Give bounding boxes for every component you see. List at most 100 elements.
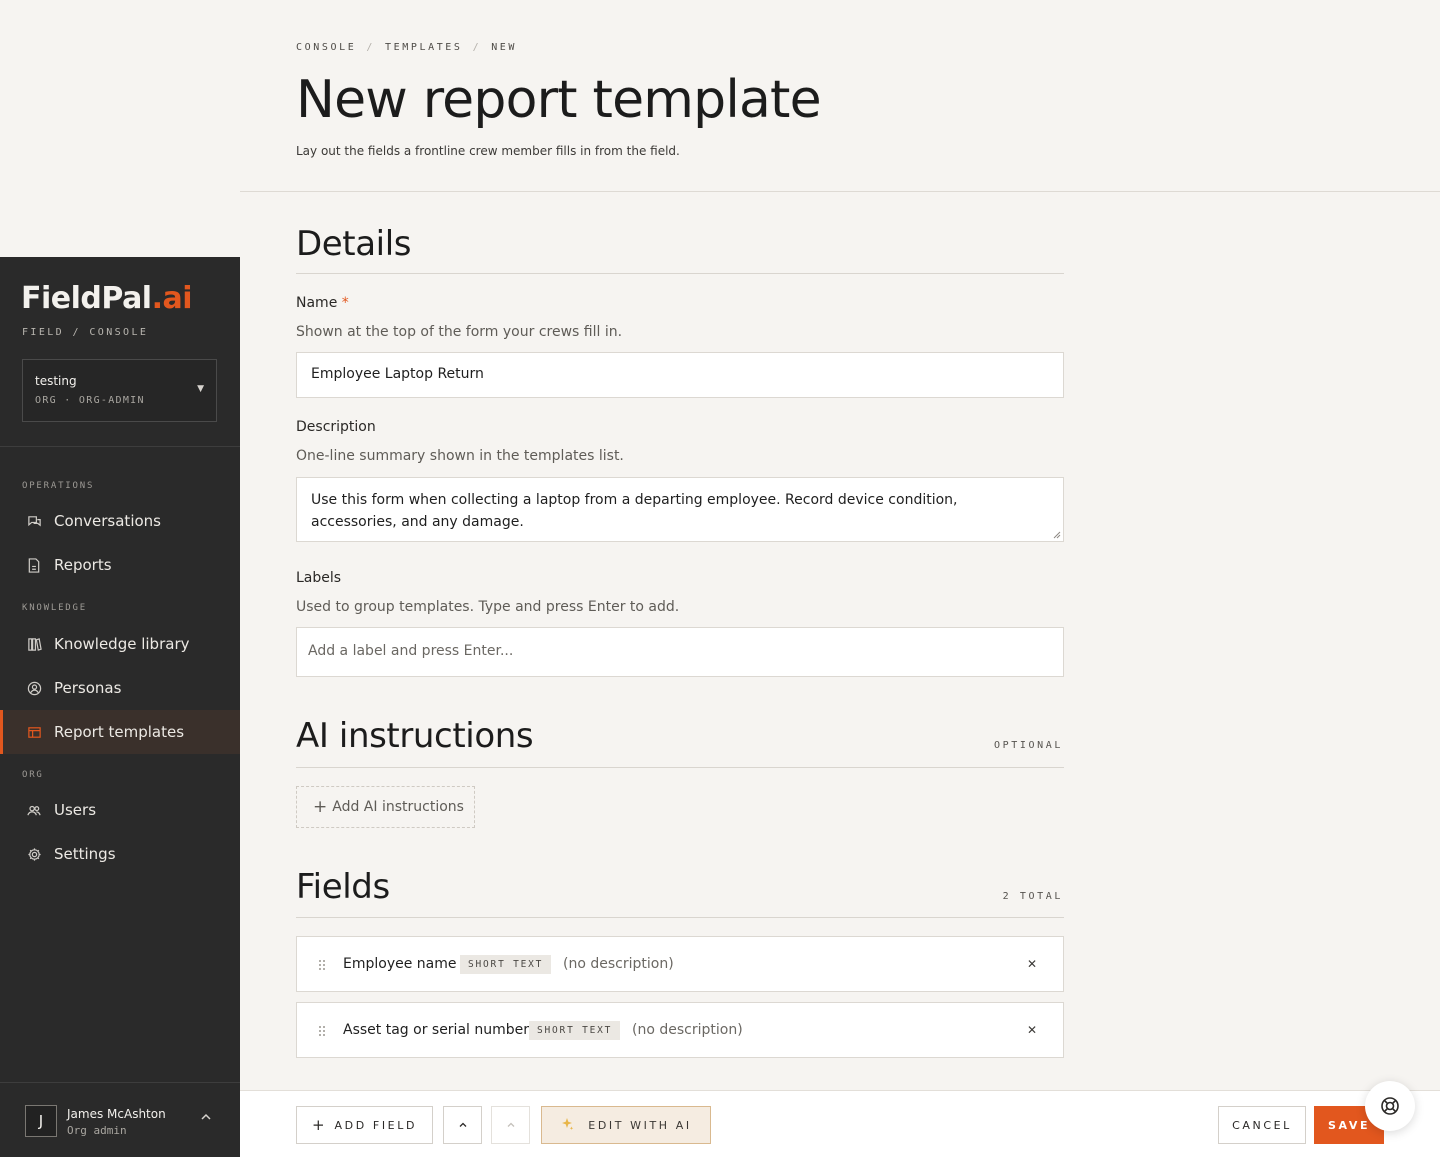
section-title-details: Details	[296, 224, 412, 264]
labels-input[interactable]: Add a label and press Enter...	[296, 627, 1064, 677]
nav-section-operations: OPERATIONS	[22, 481, 95, 491]
page-title: New report template	[296, 70, 822, 130]
nav-section-knowledge: KNOWLEDGE	[22, 603, 87, 613]
sidebar: FieldPal.ai FIELD / CONSOLE testing ORG …	[0, 257, 240, 1157]
field-type-badge: SHORT TEXT	[460, 954, 552, 974]
breadcrumb-separator: /	[366, 42, 375, 53]
breadcrumb: CONSOLE / TEMPLATES / NEW	[296, 42, 517, 53]
sidebar-item-label: Settings	[54, 845, 116, 863]
bottom-action-bar: + ADD FIELD EDIT WITH AI CANCEL SAVE	[240, 1090, 1440, 1157]
add-field-button[interactable]: + ADD FIELD	[296, 1106, 433, 1144]
section-divider	[296, 767, 1064, 768]
nav-section-org: ORG	[22, 770, 44, 780]
org-name: testing	[35, 374, 77, 388]
user-role: Org admin	[67, 1124, 127, 1137]
sidebar-footer-divider	[0, 1082, 240, 1083]
chevron-up-icon	[507, 1122, 514, 1127]
persona-icon	[26, 680, 42, 696]
sidebar-item-label: Personas	[54, 679, 122, 697]
template-icon	[26, 724, 42, 740]
name-help: Shown at the top of the form your crews …	[296, 324, 623, 340]
field-type-badge: SHORT TEXT	[529, 1020, 621, 1040]
sidebar-item-label: Knowledge library	[54, 635, 190, 653]
help-button[interactable]	[1365, 1081, 1415, 1131]
name-field-value: Employee Laptop Return	[311, 366, 484, 382]
sidebar-item-conversations[interactable]: Conversations	[0, 499, 240, 543]
org-switcher[interactable]: testing ORG · ORG-ADMIN ▼	[22, 359, 217, 422]
fields-total: 2 TOTAL	[1002, 891, 1063, 902]
section-title-ai-instructions: AI instructions	[296, 716, 534, 756]
add-ai-instructions-button[interactable]: + Add AI instructions	[296, 786, 475, 828]
user-name: James McAshton	[67, 1107, 166, 1121]
breadcrumb-separator: /	[472, 42, 482, 53]
remove-field-icon[interactable]: ✕	[1027, 957, 1037, 971]
description-help: One-line summary shown in the templates …	[296, 448, 624, 464]
sidebar-item-label: Report templates	[54, 723, 185, 741]
breadcrumb-templates[interactable]: TEMPLATES	[385, 42, 463, 53]
sidebar-item-knowledge-library[interactable]: Knowledge library	[0, 622, 240, 666]
edit-with-ai-label: EDIT WITH AI	[588, 1118, 692, 1132]
sparkles-icon	[560, 1117, 574, 1134]
sidebar-item-reports[interactable]: Reports	[0, 543, 240, 587]
brand-tagline: FIELD / CONSOLE	[22, 327, 149, 338]
field-row[interactable]: Asset tag or serial number SHORT TEXT (n…	[296, 1002, 1064, 1058]
field-description: (no description)	[563, 956, 674, 972]
breadcrumb-console[interactable]: CONSOLE	[296, 42, 356, 53]
section-divider	[296, 917, 1064, 918]
org-role: ORG · ORG-ADMIN	[35, 395, 145, 406]
sidebar-item-report-templates[interactable]: Report templates	[0, 710, 240, 754]
sidebar-item-label: Users	[54, 801, 97, 819]
add-field-label: ADD FIELD	[334, 1118, 418, 1132]
brand-suffix: .ai	[151, 281, 193, 316]
labels-help: Used to group templates. Type and press …	[296, 599, 680, 615]
page-subtitle: Lay out the fields a frontline crew memb…	[296, 144, 680, 158]
section-title-fields: Fields	[296, 867, 390, 907]
plus-icon: +	[313, 797, 328, 817]
resize-handle-icon[interactable]	[1053, 531, 1061, 539]
breadcrumb-new: NEW	[491, 42, 518, 53]
brand-logo[interactable]: FieldPal.ai	[21, 281, 193, 316]
labels-input-placeholder: Add a label and press Enter...	[308, 643, 514, 659]
field-name: Employee name	[343, 956, 457, 972]
move-up-button[interactable]	[443, 1106, 482, 1144]
users-icon	[26, 802, 42, 818]
section-divider	[296, 273, 1064, 274]
drag-handle-icon[interactable]	[317, 959, 327, 971]
lifebuoy-icon	[1381, 1097, 1399, 1115]
caret-down-icon: ▼	[197, 384, 204, 394]
optional-badge: OPTIONAL	[994, 740, 1063, 751]
field-name: Asset tag or serial number	[343, 1022, 530, 1038]
drag-handle-icon[interactable]	[317, 1025, 327, 1037]
description-field-value: Use this form when collecting a laptop f…	[311, 492, 958, 530]
move-down-button[interactable]	[491, 1106, 530, 1144]
field-row[interactable]: Employee name SHORT TEXT (no description…	[296, 936, 1064, 992]
sidebar-item-users[interactable]: Users	[0, 788, 240, 832]
avatar[interactable]: J	[25, 1105, 57, 1137]
name-label: Name *	[296, 295, 349, 311]
header-divider	[240, 191, 1440, 192]
chat-icon	[26, 513, 42, 529]
field-description: (no description)	[632, 1022, 743, 1038]
sidebar-divider	[0, 446, 240, 447]
description-field[interactable]: Use this form when collecting a laptop f…	[296, 477, 1064, 542]
name-field[interactable]: Employee Laptop Return	[296, 352, 1064, 398]
chevron-up-icon[interactable]	[199, 1109, 213, 1123]
description-label: Description	[296, 419, 376, 435]
labels-label: Labels	[296, 570, 342, 586]
brand-name: FieldPal	[21, 281, 152, 316]
add-ai-instructions-label: Add AI instructions	[332, 799, 464, 815]
name-label-text: Name	[296, 295, 338, 311]
document-icon	[26, 557, 42, 573]
required-marker: *	[341, 295, 349, 311]
cancel-button[interactable]: CANCEL	[1218, 1106, 1306, 1144]
sidebar-item-label: Conversations	[54, 512, 161, 530]
remove-field-icon[interactable]: ✕	[1027, 1023, 1037, 1037]
chevron-up-icon	[459, 1122, 466, 1127]
plus-icon: +	[311, 1116, 325, 1134]
sidebar-item-personas[interactable]: Personas	[0, 666, 240, 710]
library-icon	[26, 636, 42, 652]
sidebar-item-label: Reports	[54, 556, 112, 574]
sidebar-item-settings[interactable]: Settings	[0, 832, 240, 876]
edit-with-ai-button[interactable]: EDIT WITH AI	[541, 1106, 711, 1144]
gear-icon	[26, 846, 42, 862]
